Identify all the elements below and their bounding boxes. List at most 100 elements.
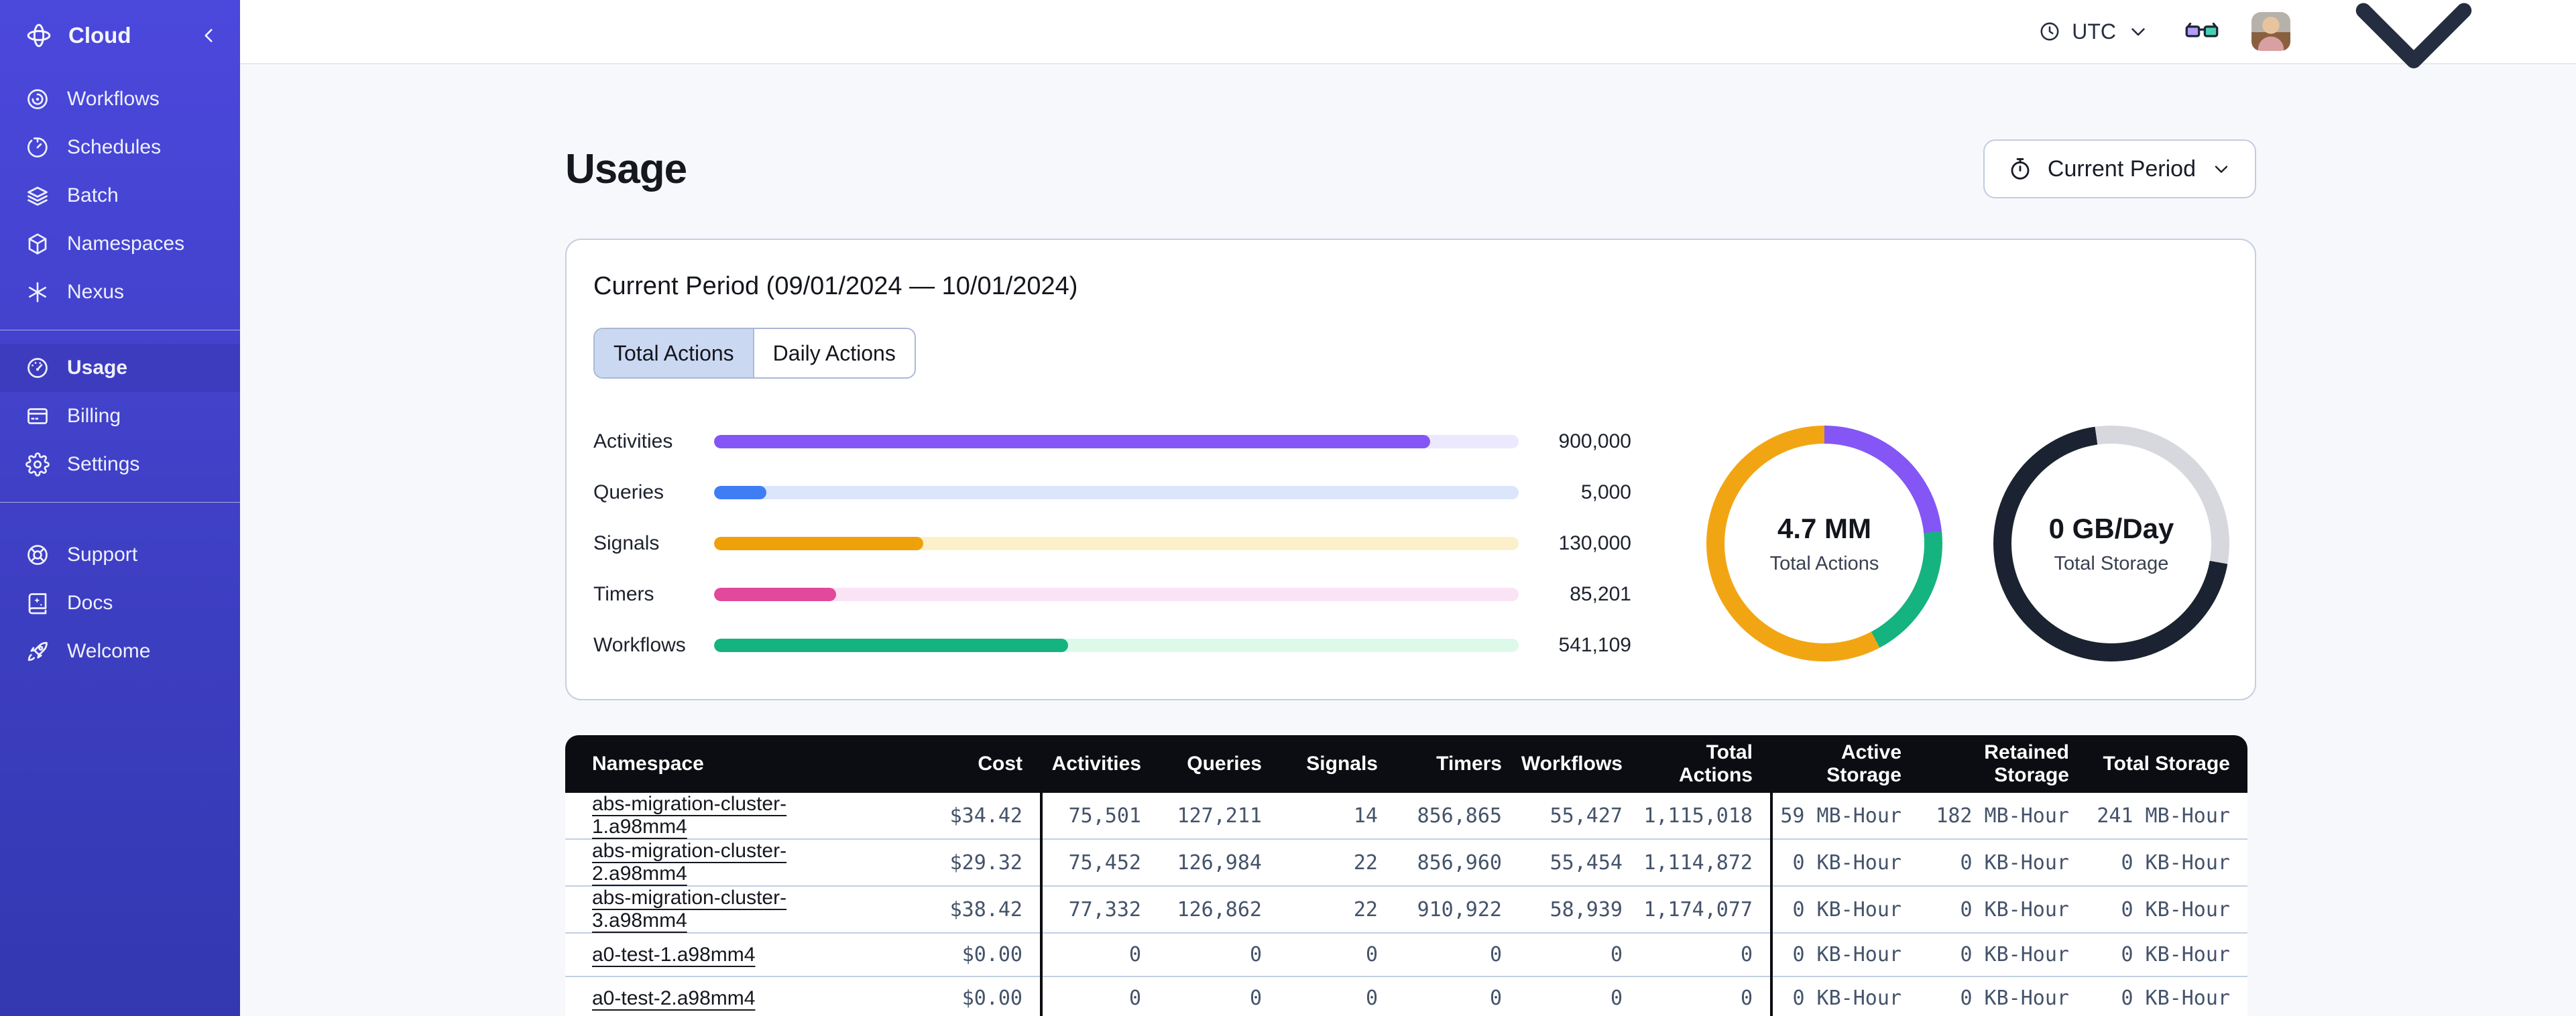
table-cell: 77,332 bbox=[1040, 886, 1159, 934]
app-window: Cloud Workflows Schedules Batch Namespaces N… bbox=[0, 0, 2576, 1016]
timezone-label: UTC bbox=[2072, 19, 2116, 44]
charts-row: Activities 900,000 Queries 5,000 Signals 130,… bbox=[593, 426, 2229, 661]
column-header-retained-storage: Retained Storage bbox=[1919, 735, 2087, 793]
table-cell: 1,115,018 bbox=[1640, 793, 1771, 840]
metric-bar-track bbox=[714, 588, 1519, 601]
table-cell: 58,939 bbox=[1519, 886, 1640, 934]
clock-icon bbox=[2038, 20, 2061, 43]
metric-label: Activities bbox=[593, 430, 673, 452]
sidebar-item-schedules[interactable]: Schedules bbox=[0, 123, 240, 172]
page-head: Usage Current Period bbox=[565, 139, 2256, 198]
table-cell: 0 KB-Hour bbox=[2087, 933, 2247, 977]
table-cell: 0 KB-Hour bbox=[1919, 976, 2087, 1016]
tab-daily-actions[interactable]: Daily Actions bbox=[752, 329, 915, 377]
table-cell: 0 KB-Hour bbox=[2087, 886, 2247, 934]
namespace-cell: abs-migration-cluster-3.a98mm4 bbox=[565, 886, 880, 934]
schedules-icon bbox=[25, 135, 50, 160]
donut-label: Total Storage bbox=[2054, 552, 2169, 574]
chevron-down-icon bbox=[2211, 158, 2232, 180]
page-title: Usage bbox=[565, 145, 687, 192]
column-header-cost: Cost bbox=[880, 735, 1041, 793]
metric-value: 85,201 bbox=[1570, 583, 1631, 605]
sidebar-item-workflows[interactable]: Workflows bbox=[0, 75, 240, 123]
metric-value: 130,000 bbox=[1558, 532, 1631, 554]
sidebar-item-usage[interactable]: Usage bbox=[0, 344, 240, 392]
donut-value: 0 GB/Day bbox=[2048, 512, 2174, 544]
namespace-cell: a0-test-1.a98mm4 bbox=[565, 933, 880, 977]
tab-total-actions[interactable]: Total Actions bbox=[595, 329, 753, 377]
user-avatar[interactable] bbox=[2251, 12, 2290, 51]
sidebar-item-settings[interactable]: Settings bbox=[0, 440, 240, 489]
namespace-cell: a0-test-2.a98mm4 bbox=[565, 976, 880, 1016]
temporal-logo-icon bbox=[25, 22, 52, 49]
sidebar-item-label: Batch bbox=[67, 184, 119, 206]
main-area: UTC Usage Current Period Current Period … bbox=[240, 0, 2576, 1016]
sidebar-item-support[interactable]: Support bbox=[0, 531, 240, 579]
table-header-row: Namespace Cost Activities Queries Signals Tim… bbox=[565, 735, 2247, 793]
donut-label: Total Actions bbox=[1769, 552, 1879, 574]
sidebar-divider bbox=[0, 502, 240, 503]
usage-summary-card: Current Period (09/01/2024 — 10/01/2024)… bbox=[565, 239, 2256, 700]
table-cell: 0 bbox=[1279, 976, 1395, 1016]
sidebar-nav-footer: Support Docs Welcome bbox=[0, 512, 240, 680]
workflows-icon bbox=[25, 87, 50, 111]
sidebar-item-billing[interactable]: Billing bbox=[0, 392, 240, 440]
content: Usage Current Period Current Period (09/… bbox=[240, 64, 2576, 1016]
sidebar-item-welcome[interactable]: Welcome bbox=[0, 627, 240, 676]
table-cell: 0 KB-Hour bbox=[1770, 839, 1919, 887]
table-cell: 0 bbox=[1279, 933, 1395, 977]
table-cell: 0 KB-Hour bbox=[1919, 839, 2087, 887]
namespace-link[interactable]: abs-migration-cluster-2.a98mm4 bbox=[592, 840, 786, 885]
period-selector-button[interactable]: Current Period bbox=[1983, 139, 2256, 198]
welcome-icon bbox=[25, 639, 50, 663]
timezone-selector[interactable]: UTC bbox=[2038, 19, 2150, 44]
table-cell: 856,865 bbox=[1395, 793, 1519, 840]
namespace-cell: abs-migration-cluster-1.a98mm4 bbox=[565, 793, 880, 840]
table-cell: 0 bbox=[1519, 976, 1640, 1016]
namespace-link[interactable]: abs-migration-cluster-3.a98mm4 bbox=[592, 887, 786, 932]
table-cell: 75,452 bbox=[1040, 839, 1159, 887]
sidebar-item-label: Billing bbox=[67, 405, 121, 427]
table-cell: 0 bbox=[1040, 933, 1159, 977]
table-cell: 0 bbox=[1395, 933, 1519, 977]
table-cell: 856,960 bbox=[1395, 839, 1519, 887]
usage-card-title: Current Period (09/01/2024 — 10/01/2024) bbox=[593, 272, 1078, 300]
sidebar-item-nexus[interactable]: Nexus bbox=[0, 268, 240, 316]
table-cell: 0 KB-Hour bbox=[1770, 933, 1919, 977]
table-row: abs-migration-cluster-1.a98mm4 $34.42 75,5… bbox=[565, 793, 2247, 840]
metric-value: 541,109 bbox=[1558, 634, 1631, 656]
glasses-icon[interactable] bbox=[2184, 18, 2219, 45]
period-button-label: Current Period bbox=[2047, 155, 2196, 182]
donut-value: 4.7 MM bbox=[1777, 512, 1872, 544]
sidebar-item-batch[interactable]: Batch bbox=[0, 172, 240, 220]
stopwatch-icon bbox=[2007, 156, 2033, 182]
metric-label: Workflows bbox=[593, 634, 686, 656]
namespace-link[interactable]: a0-test-2.a98mm4 bbox=[592, 987, 755, 1009]
table-cell: 0 bbox=[1159, 976, 1279, 1016]
metric-bar-fill bbox=[714, 537, 923, 550]
metric-bar-track bbox=[714, 537, 1519, 550]
metric-label: Queries bbox=[593, 481, 664, 503]
namespace-link[interactable]: abs-migration-cluster-1.a98mm4 bbox=[592, 793, 786, 838]
table-cell: 0 bbox=[1395, 976, 1519, 1016]
sidebar-item-label: Docs bbox=[67, 592, 113, 614]
column-header-active-storage: Active Storage bbox=[1770, 735, 1919, 793]
metric-label: Signals bbox=[593, 532, 660, 554]
table-cell: $38.42 bbox=[880, 886, 1041, 934]
donut-center: 0 GB/Day Total Storage bbox=[2011, 444, 2211, 643]
table-cell: 0 KB-Hour bbox=[1770, 976, 1919, 1016]
metric-bar-fill bbox=[714, 639, 1068, 652]
nexus-icon bbox=[25, 280, 50, 304]
brand-label: Cloud bbox=[68, 23, 131, 48]
sidebar-collapse-button[interactable] bbox=[197, 24, 220, 47]
table-cell: 55,454 bbox=[1519, 839, 1640, 887]
namespace-link[interactable]: a0-test-1.a98mm4 bbox=[592, 944, 755, 966]
table-cell: 22 bbox=[1279, 886, 1395, 934]
table-cell: 0 KB-Hour bbox=[1919, 886, 2087, 934]
sidebar-item-docs[interactable]: Docs bbox=[0, 579, 240, 627]
metric-row-queries: Queries 5,000 bbox=[593, 479, 1631, 506]
metric-bar-track bbox=[714, 486, 1519, 499]
donut-chart-total-actions: 4.7 MM Total Actions bbox=[1706, 426, 1942, 661]
sidebar-item-namespaces[interactable]: Namespaces bbox=[0, 220, 240, 268]
table-cell: $34.42 bbox=[880, 793, 1041, 840]
